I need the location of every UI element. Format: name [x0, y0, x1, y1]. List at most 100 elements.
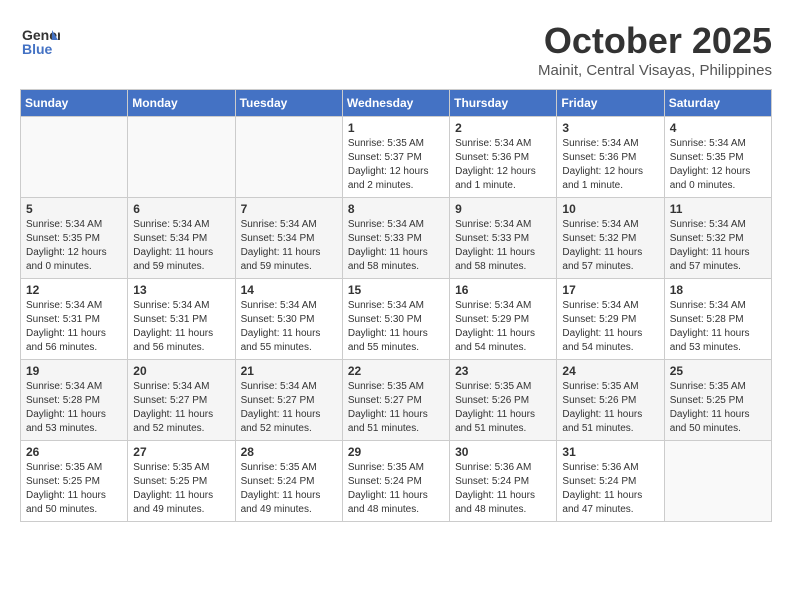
- day-number: 14: [241, 283, 337, 297]
- day-number: 22: [348, 364, 444, 378]
- day-number: 16: [455, 283, 551, 297]
- day-number: 5: [26, 202, 122, 216]
- calendar-cell: 10Sunrise: 5:34 AM Sunset: 5:32 PM Dayli…: [557, 198, 664, 279]
- calendar-cell: 1 Sunrise: 5:35 AM Sunset: 5:37 PM Daylig…: [342, 117, 449, 198]
- day-header-saturday: Saturday: [664, 90, 771, 117]
- calendar-cell: 6 Sunrise: 5:34 AM Sunset: 5:34 PM Daylig…: [128, 198, 235, 279]
- day-number: 24: [562, 364, 658, 378]
- day-info: Sunrise: 5:34 AM Sunset: 5:33 PM Dayligh…: [455, 218, 551, 274]
- day-number: 18: [670, 283, 766, 297]
- calendar-cell: 25Sunrise: 5:35 AM Sunset: 5:25 PM Dayli…: [664, 360, 771, 441]
- calendar-cell: 9 Sunrise: 5:34 AM Sunset: 5:33 PM Daylig…: [450, 198, 557, 279]
- day-info: Sunrise: 5:34 AM Sunset: 5:34 PM Dayligh…: [133, 218, 229, 274]
- day-number: 17: [562, 283, 658, 297]
- logo: General Blue: [20, 20, 60, 60]
- calendar-cell: 17 Sunrise: 5:34 AM Sunset: 5:29 PM Dayli…: [557, 279, 664, 360]
- day-number: 9: [455, 202, 551, 216]
- calendar-cell: [235, 117, 342, 198]
- calendar-cell: 7 Sunrise: 5:34 AM Sunset: 5:34 PM Daylig…: [235, 198, 342, 279]
- calendar-cell: 23 Sunrise: 5:35 AM Sunset: 5:26 PM Dayli…: [450, 360, 557, 441]
- day-info: Sunrise: 5:34 AM Sunset: 5:35 PM Dayligh…: [670, 137, 766, 193]
- day-info: Sunrise: 5:34 AM Sunset: 5:29 PM Dayligh…: [455, 299, 551, 355]
- calendar-cell: 22 Sunrise: 5:35 AM Sunset: 5:27 PM Dayli…: [342, 360, 449, 441]
- day-number: 7: [241, 202, 337, 216]
- day-header-tuesday: Tuesday: [235, 90, 342, 117]
- calendar-cell: 14 Sunrise: 5:34 AM Sunset: 5:30 PM Dayli…: [235, 279, 342, 360]
- calendar-cell: 20 Sunrise: 5:34 AM Sunset: 5:27 PM Dayli…: [128, 360, 235, 441]
- day-info: Sunrise: 5:34 AM Sunset: 5:35 PM Dayligh…: [26, 218, 122, 274]
- calendar-cell: 13 Sunrise: 5:34 AM Sunset: 5:31 PM Dayli…: [128, 279, 235, 360]
- day-number: 6: [133, 202, 229, 216]
- day-number: 3: [562, 121, 658, 135]
- calendar-cell: 12 Sunrise: 5:34 AM Sunset: 5:31 PM Dayli…: [21, 279, 128, 360]
- day-number: 11: [670, 202, 766, 216]
- svg-text:Blue: Blue: [22, 41, 53, 57]
- day-number: 4: [670, 121, 766, 135]
- day-info: Sunrise: 5:35 AM Sunset: 5:26 PM Dayligh…: [455, 380, 551, 436]
- day-info: Sunrise: 5:34 AM Sunset: 5:27 PM Dayligh…: [241, 380, 337, 436]
- day-info: Sunrise: 5:35 AM Sunset: 5:25 PM Dayligh…: [133, 461, 229, 517]
- calendar-cell: 21 Sunrise: 5:34 AM Sunset: 5:27 PM Dayli…: [235, 360, 342, 441]
- calendar-cell: 4 Sunrise: 5:34 AM Sunset: 5:35 PM Daylig…: [664, 117, 771, 198]
- calendar-cell: 31 Sunrise: 5:36 AM Sunset: 5:24 PM Dayli…: [557, 441, 664, 522]
- day-info: Sunrise: 5:34 AM Sunset: 5:30 PM Dayligh…: [241, 299, 337, 355]
- day-number: 13: [133, 283, 229, 297]
- day-number: 1: [348, 121, 444, 135]
- calendar-table: SundayMondayTuesdayWednesdayThursdayFrid…: [20, 89, 772, 522]
- calendar-cell: 19Sunrise: 5:34 AM Sunset: 5:28 PM Dayli…: [21, 360, 128, 441]
- day-info: Sunrise: 5:34 AM Sunset: 5:29 PM Dayligh…: [562, 299, 658, 355]
- day-info: Sunrise: 5:35 AM Sunset: 5:26 PM Dayligh…: [562, 380, 658, 436]
- calendar-cell: 28Sunrise: 5:35 AM Sunset: 5:24 PM Dayli…: [235, 441, 342, 522]
- day-number: 29: [348, 445, 444, 459]
- day-info: Sunrise: 5:34 AM Sunset: 5:31 PM Dayligh…: [133, 299, 229, 355]
- day-info: Sunrise: 5:35 AM Sunset: 5:24 PM Dayligh…: [348, 461, 444, 517]
- day-header-friday: Friday: [557, 90, 664, 117]
- day-number: 10: [562, 202, 658, 216]
- calendar-week-3: 12 Sunrise: 5:34 AM Sunset: 5:31 PM Dayli…: [21, 279, 772, 360]
- day-number: 8: [348, 202, 444, 216]
- calendar-cell: 11 Sunrise: 5:34 AM Sunset: 5:32 PM Dayli…: [664, 198, 771, 279]
- day-number: 20: [133, 364, 229, 378]
- day-header-sunday: Sunday: [21, 90, 128, 117]
- day-number: 15: [348, 283, 444, 297]
- day-number: 23: [455, 364, 551, 378]
- calendar-cell: 30 Sunrise: 5:36 AM Sunset: 5:24 PM Dayli…: [450, 441, 557, 522]
- day-info: Sunrise: 5:34 AM Sunset: 5:27 PM Dayligh…: [133, 380, 229, 436]
- day-info: Sunrise: 5:34 AM Sunset: 5:32 PM Dayligh…: [670, 218, 766, 274]
- day-number: 21: [241, 364, 337, 378]
- day-info: Sunrise: 5:35 AM Sunset: 5:27 PM Dayligh…: [348, 380, 444, 436]
- calendar-cell: 15 Sunrise: 5:34 AM Sunset: 5:30 PM Dayli…: [342, 279, 449, 360]
- calendar-cell: 29 Sunrise: 5:35 AM Sunset: 5:24 PM Dayli…: [342, 441, 449, 522]
- calendar-week-2: 5 Sunrise: 5:34 AM Sunset: 5:35 PM Daylig…: [21, 198, 772, 279]
- title-area: October 2025 Mainit, Central Visayas, Ph…: [538, 20, 772, 79]
- logo-icon: General Blue: [20, 20, 60, 60]
- calendar-cell: 26Sunrise: 5:35 AM Sunset: 5:25 PM Dayli…: [21, 441, 128, 522]
- day-info: Sunrise: 5:34 AM Sunset: 5:28 PM Dayligh…: [670, 299, 766, 355]
- calendar-week-1: 1 Sunrise: 5:35 AM Sunset: 5:37 PM Daylig…: [21, 117, 772, 198]
- day-info: Sunrise: 5:35 AM Sunset: 5:25 PM Dayligh…: [26, 461, 122, 517]
- day-number: 31: [562, 445, 658, 459]
- day-info: Sunrise: 5:36 AM Sunset: 5:24 PM Dayligh…: [562, 461, 658, 517]
- calendar-week-5: 26Sunrise: 5:35 AM Sunset: 5:25 PM Dayli…: [21, 441, 772, 522]
- day-info: Sunrise: 5:34 AM Sunset: 5:34 PM Dayligh…: [241, 218, 337, 274]
- location-title: Mainit, Central Visayas, Philippines: [538, 62, 772, 79]
- calendar-cell: 27Sunrise: 5:35 AM Sunset: 5:25 PM Dayli…: [128, 441, 235, 522]
- day-info: Sunrise: 5:34 AM Sunset: 5:31 PM Dayligh…: [26, 299, 122, 355]
- day-info: Sunrise: 5:35 AM Sunset: 5:37 PM Dayligh…: [348, 137, 444, 193]
- calendar-cell: [21, 117, 128, 198]
- month-title: October 2025: [538, 20, 772, 62]
- calendar-cell: [664, 441, 771, 522]
- day-number: 28: [241, 445, 337, 459]
- calendar-cell: 2Sunrise: 5:34 AM Sunset: 5:36 PM Daylig…: [450, 117, 557, 198]
- day-number: 12: [26, 283, 122, 297]
- calendar-header-row: SundayMondayTuesdayWednesdayThursdayFrid…: [21, 90, 772, 117]
- day-info: Sunrise: 5:36 AM Sunset: 5:24 PM Dayligh…: [455, 461, 551, 517]
- calendar-cell: 8Sunrise: 5:34 AM Sunset: 5:33 PM Daylig…: [342, 198, 449, 279]
- calendar-cell: 24 Sunrise: 5:35 AM Sunset: 5:26 PM Dayli…: [557, 360, 664, 441]
- calendar-week-4: 19Sunrise: 5:34 AM Sunset: 5:28 PM Dayli…: [21, 360, 772, 441]
- day-number: 30: [455, 445, 551, 459]
- day-info: Sunrise: 5:34 AM Sunset: 5:30 PM Dayligh…: [348, 299, 444, 355]
- calendar-body: 1 Sunrise: 5:35 AM Sunset: 5:37 PM Daylig…: [21, 117, 772, 522]
- day-info: Sunrise: 5:34 AM Sunset: 5:36 PM Dayligh…: [455, 137, 551, 193]
- day-info: Sunrise: 5:34 AM Sunset: 5:36 PM Dayligh…: [562, 137, 658, 193]
